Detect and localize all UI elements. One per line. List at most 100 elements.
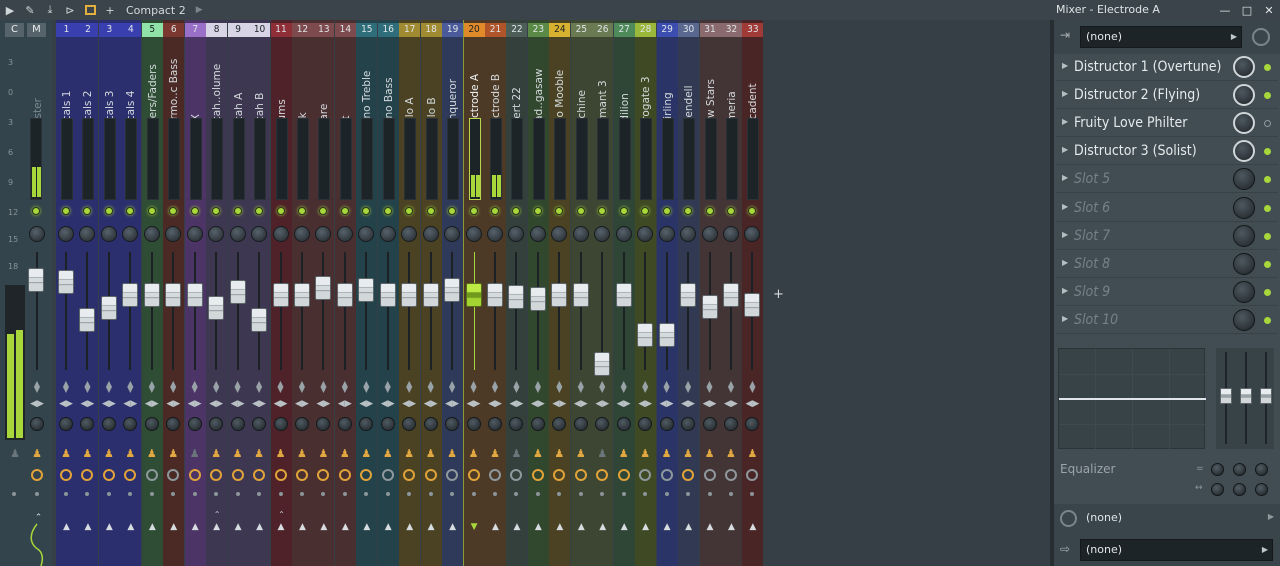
insert-track-17[interactable]: 17 Cello A ▲ ▼ ◀▶ ♟ ▲	[399, 20, 421, 566]
insert-track-3[interactable]: 3 Vocals 3 ▲ ▼ ◀▶ ♟ ▲	[98, 20, 120, 566]
stereo-sep-knob[interactable]	[445, 417, 460, 431]
track-volume-fader[interactable]	[422, 282, 439, 307]
left-right-icon[interactable]: ◀▶	[122, 399, 138, 410]
send-route-icon[interactable]: ▲	[425, 522, 438, 532]
eq-high-fader[interactable]	[1260, 388, 1272, 404]
track-pan-knob[interactable]	[701, 226, 718, 242]
track-pan-knob[interactable]	[251, 226, 268, 242]
master-track[interactable]: C M 303691215182124 Master ▲▼ ◀▶ ♟ ♟ ⌃	[0, 20, 52, 566]
left-right-icon[interactable]: ◀▶	[380, 399, 396, 410]
route-dot[interactable]	[707, 492, 712, 496]
track-volume-fader[interactable]	[79, 308, 96, 333]
insert-track-16[interactable]: 16 Piano Bass ▲ ▼ ◀▶ ♟ ▲	[377, 20, 399, 566]
stereo-sep-knob[interactable]	[80, 417, 95, 431]
track-pan-knob[interactable]	[229, 226, 246, 242]
left-right-icon[interactable]: ◀▶	[401, 399, 417, 410]
slot-mix-knob[interactable]	[1233, 84, 1255, 107]
track-number[interactable]: 4	[120, 23, 142, 37]
latency-icon[interactable]	[145, 469, 158, 481]
left-right-icon[interactable]: ◀▶	[101, 399, 117, 410]
left-right-icon[interactable]: ◀▶	[744, 399, 760, 410]
slot-mix-knob[interactable]	[1233, 168, 1255, 191]
eq-high-freq-knob[interactable]	[1255, 483, 1268, 496]
stereo-sep-knob[interactable]	[359, 417, 374, 431]
left-right-icon[interactable]: ◀▶	[165, 399, 181, 410]
close-button[interactable]: ✕	[1258, 0, 1280, 20]
left-right-icon[interactable]: ◀▶	[58, 399, 74, 410]
track-volume-fader[interactable]	[315, 276, 332, 301]
slot-mix-knob[interactable]	[1233, 112, 1255, 135]
track-pan-knob[interactable]	[422, 226, 439, 242]
slot-expand-icon[interactable]: ▶	[1062, 117, 1068, 126]
track-volume-fader[interactable]	[251, 308, 268, 333]
master-stereo-icon[interactable]: ▲ ▼	[32, 380, 42, 394]
route-dot[interactable]	[149, 492, 154, 496]
track-volume-fader[interactable]	[615, 282, 632, 307]
track-number[interactable]: 28	[635, 23, 657, 37]
latency-icon[interactable]	[188, 469, 201, 481]
route-dot[interactable]	[471, 492, 476, 496]
route-dot[interactable]	[450, 492, 455, 496]
route-dot[interactable]	[385, 492, 390, 496]
insert-track-20[interactable]: 20 Electrode A ▲ ▼ ◀▶ ♟ ▼	[462, 20, 486, 566]
latency-icon[interactable]	[682, 469, 695, 481]
stereo-swap-icon[interactable]: ▲ ▼	[554, 380, 564, 394]
track-number[interactable]: 5	[141, 23, 163, 37]
track-volume-fader[interactable]	[529, 286, 546, 311]
route-dot[interactable]	[750, 492, 755, 496]
route-dot[interactable]	[235, 492, 240, 496]
route-dot[interactable]	[192, 492, 197, 496]
stereo-sep-knob[interactable]	[745, 417, 760, 431]
record-arm-icon[interactable]: ♟	[361, 447, 371, 461]
slot-name[interactable]: Slot 5	[1074, 170, 1110, 188]
track-pan-knob[interactable]	[637, 226, 654, 242]
left-right-icon[interactable]: ◀▶	[551, 399, 567, 410]
track-number[interactable]: 22	[506, 23, 528, 37]
send-route-icon[interactable]: ▲	[232, 522, 245, 532]
master-swap-icon[interactable]: ◀▶	[29, 399, 45, 410]
stereo-swap-icon[interactable]: ▲ ▼	[640, 380, 650, 394]
stereo-sep-knob[interactable]	[123, 417, 138, 431]
track-volume-fader[interactable]	[487, 282, 503, 307]
download-icon[interactable]: ⤓	[40, 0, 60, 20]
stereo-swap-icon[interactable]: ▲ ▼	[404, 380, 414, 394]
record-arm-icon[interactable]: ♟	[190, 447, 200, 461]
stereo-sep-knob[interactable]	[723, 417, 738, 431]
send-route-icon[interactable]: ▲	[661, 522, 674, 532]
record-arm-icon[interactable]: ♟	[597, 447, 607, 461]
stereo-sep-knob[interactable]	[380, 417, 395, 431]
stereo-sep-knob[interactable]	[252, 417, 267, 431]
eq-high-gain-knob[interactable]	[1255, 463, 1268, 476]
stereo-swap-icon[interactable]: ▲ ▼	[82, 380, 92, 394]
route-dot[interactable]	[728, 492, 733, 496]
latency-icon[interactable]	[639, 469, 652, 481]
route-dot[interactable]	[214, 492, 219, 496]
track-number[interactable]: 30	[678, 23, 700, 37]
effect-slot-5[interactable]: ▶ Slot 5	[1056, 166, 1278, 194]
send-route-icon[interactable]: ▲	[639, 522, 652, 532]
track-volume-fader[interactable]	[336, 282, 353, 307]
latency-icon[interactable]	[231, 469, 244, 481]
route-dot[interactable]	[64, 492, 68, 496]
track-number[interactable]: 19	[442, 23, 464, 37]
slot-expand-icon[interactable]: ▶	[1062, 230, 1068, 239]
left-right-icon[interactable]: ◀▶	[251, 399, 267, 410]
slot-enable-led[interactable]	[1264, 204, 1271, 212]
track-enable-led[interactable]	[426, 207, 435, 215]
route-dot[interactable]	[686, 492, 691, 496]
send-route-icon[interactable]: ▲	[510, 522, 523, 532]
track-pan-knob[interactable]	[744, 226, 761, 242]
send-route-icon[interactable]: ▼	[468, 522, 481, 532]
track-enable-led[interactable]	[233, 207, 242, 215]
insert-track-4[interactable]: 4 Vocals 4 ▲ ▼ ◀▶ ♟ ▲	[120, 20, 142, 566]
track-volume-fader[interactable]	[58, 270, 74, 295]
maximize-button[interactable]: □	[1236, 0, 1258, 20]
record-arm-icon[interactable]: ♟	[147, 447, 157, 461]
stereo-sep-knob[interactable]	[166, 417, 181, 431]
left-right-icon[interactable]: ◀▶	[508, 399, 524, 410]
send-route-icon[interactable]: ▲	[704, 522, 717, 532]
route-dot[interactable]	[364, 492, 369, 496]
latency-icon[interactable]	[81, 469, 94, 481]
stereo-swap-icon[interactable]: ▲ ▼	[276, 380, 286, 394]
latency-icon[interactable]	[467, 469, 480, 481]
